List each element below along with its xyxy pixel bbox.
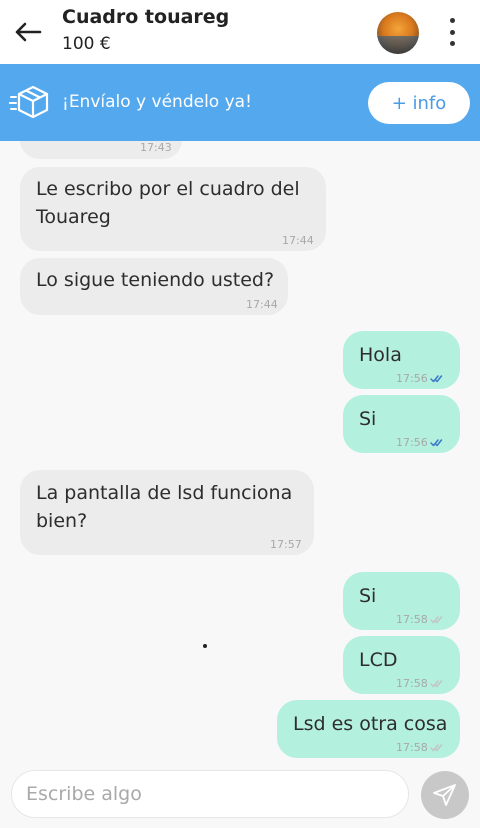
message-bubble-incoming: 17:43 <box>20 141 182 159</box>
banner-text: ¡Envíalo y véndelo ya! <box>62 92 252 112</box>
message-text: Hola <box>359 344 402 366</box>
message-bubble-outgoing: LCD 17:58 <box>343 636 460 694</box>
message-bubble-outgoing: Si 17:56 <box>343 395 460 453</box>
send-icon <box>433 784 456 806</box>
info-button[interactable]: + info <box>368 82 470 124</box>
message-text: Si <box>359 585 377 607</box>
message-time: 17:44 <box>282 234 314 247</box>
message-bubble-incoming: Le escribo por el cuadro del Touareg 17:… <box>20 167 326 251</box>
item-title[interactable]: Cuadro touareg <box>62 6 229 28</box>
stray-dot <box>203 644 207 648</box>
message-time: 17:44 <box>246 298 278 311</box>
message-time: 17:56 <box>396 372 428 385</box>
message-text: Lsd es otra cosa <box>293 713 448 735</box>
chat-header: Cuadro touareg 100 € <box>0 0 480 64</box>
message-time: 17:58 <box>396 677 428 690</box>
message-time: 17:58 <box>396 741 428 754</box>
message-time: 17:57 <box>270 538 302 551</box>
message-bubble-incoming: La pantalla de lsd funciona bien? 17:57 <box>20 470 314 555</box>
message-composer <box>0 764 480 828</box>
message-bubble-outgoing: Lsd es otra cosa 17:58 <box>277 700 460 758</box>
double-check-icon <box>430 439 443 447</box>
arrow-left-icon <box>15 22 42 42</box>
message-text: Lo sigue teniendo usted? <box>36 269 275 291</box>
back-button[interactable] <box>12 16 44 48</box>
message-time: 17:56 <box>396 436 428 449</box>
message-text: LCD <box>359 649 398 671</box>
message-bubble-outgoing: Si 17:58 <box>343 572 460 630</box>
message-text-line: Touareg <box>36 206 111 228</box>
double-check-icon <box>430 744 443 752</box>
shipping-banner: ¡Envíalo y véndelo ya! + info <box>0 64 480 141</box>
double-check-icon <box>430 680 443 688</box>
message-list[interactable]: 17:43 Le escribo por el cuadro del Touar… <box>0 141 480 764</box>
message-bubble-outgoing: Hola 17:56 <box>343 331 460 389</box>
double-check-icon <box>430 616 443 624</box>
message-text-line: bien? <box>36 510 88 532</box>
package-box-icon <box>9 85 49 119</box>
double-check-icon <box>430 375 443 383</box>
more-vertical-icon <box>449 18 455 23</box>
message-bubble-incoming: Lo sigue teniendo usted? 17:44 <box>20 258 288 315</box>
send-button[interactable] <box>421 771 469 819</box>
message-time: 17:58 <box>396 613 428 626</box>
item-price: 100 € <box>62 34 111 54</box>
message-time: 17:43 <box>140 141 172 154</box>
more-menu-button[interactable] <box>440 14 464 50</box>
message-input[interactable] <box>11 770 409 818</box>
message-text-line: La pantalla de lsd funciona <box>36 482 293 504</box>
message-text: Si <box>359 408 377 430</box>
item-avatar[interactable] <box>377 12 419 54</box>
message-text-line: Le escribo por el cuadro del <box>36 178 300 200</box>
